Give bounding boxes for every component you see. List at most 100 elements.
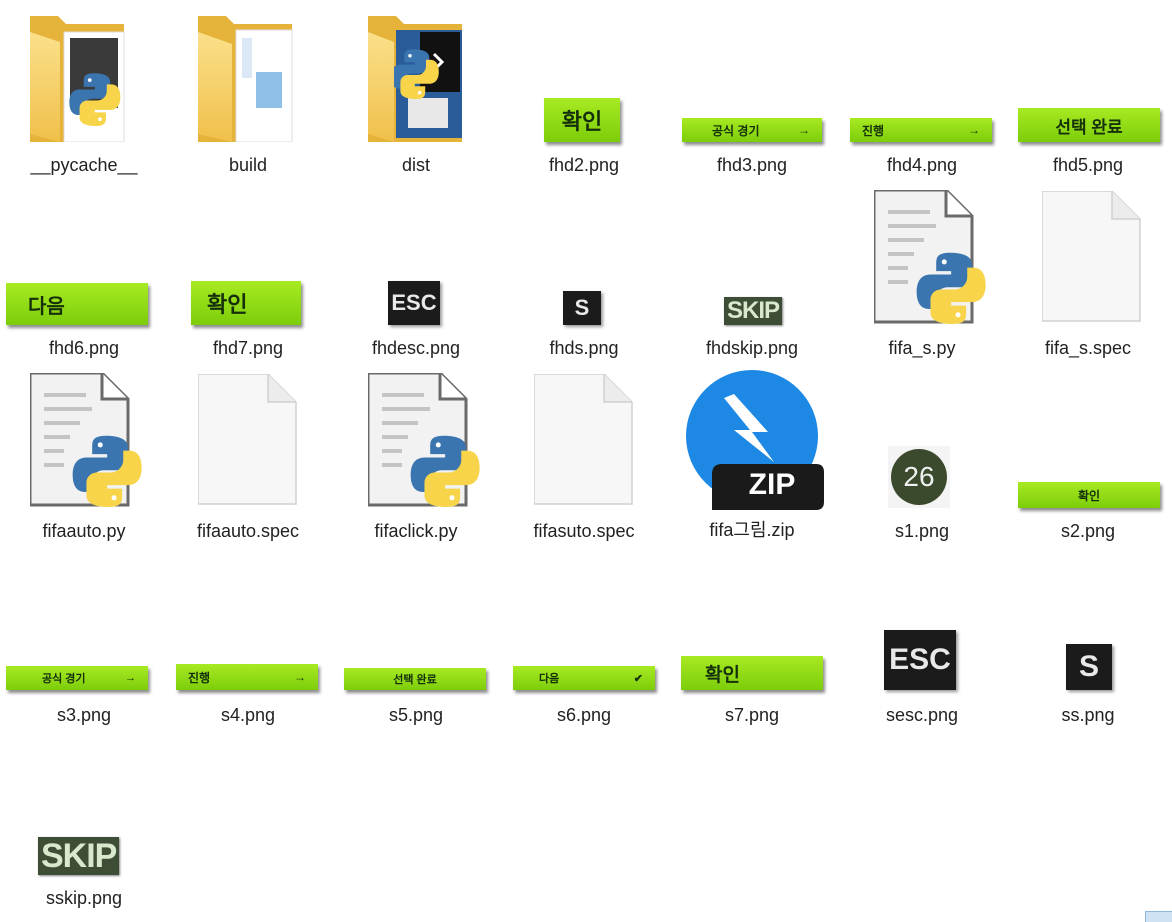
file-item-dist[interactable]: dist bbox=[332, 0, 500, 182]
image-thumbnail: S bbox=[563, 291, 601, 325]
file-name: fhd4.png bbox=[886, 155, 958, 175]
file-name: fifa_s.spec bbox=[1044, 338, 1132, 358]
file-name: build bbox=[228, 155, 268, 175]
file-name: fhd6.png bbox=[48, 338, 120, 358]
file-name: fhdesc.png bbox=[371, 338, 461, 358]
file-name: s7.png bbox=[724, 705, 780, 725]
file-item-fifa-s-spec[interactable]: fifa_s.spec bbox=[1004, 183, 1172, 365]
folder-icon bbox=[30, 16, 125, 142]
file-item-fifaauto-py[interactable]: fifaauto.py bbox=[0, 366, 168, 548]
folder-icon bbox=[368, 16, 462, 142]
thumbnail-text: ESC bbox=[889, 643, 951, 676]
image-thumbnail: 공식 경기 → bbox=[682, 118, 822, 142]
file-name: fifaauto.spec bbox=[196, 521, 300, 541]
file-item-fhdskip[interactable]: SKIP fhdskip.png bbox=[668, 183, 836, 365]
image-thumbnail: 확인 bbox=[191, 281, 301, 325]
file-name: fhd3.png bbox=[716, 155, 788, 175]
file-name: s1.png bbox=[894, 521, 950, 541]
image-thumbnail: S bbox=[1066, 644, 1112, 690]
file-item-s3[interactable]: 공식 경기 → s3.png bbox=[0, 550, 168, 732]
file-item-s4[interactable]: 진행 → s4.png bbox=[164, 550, 332, 732]
file-item-s7[interactable]: 확인 s7.png bbox=[668, 550, 836, 732]
thumbnail-text: SKIP bbox=[727, 297, 780, 324]
file-item-pycache[interactable]: __pycache__ bbox=[0, 0, 168, 182]
arrow-right-icon: → bbox=[798, 123, 810, 137]
image-thumbnail: 26 bbox=[888, 446, 950, 508]
image-thumbnail: 확인 bbox=[544, 98, 620, 142]
image-thumbnail: ESC bbox=[884, 630, 956, 690]
thumbnail-text: 확인 bbox=[207, 292, 248, 317]
file-name: fhd7.png bbox=[212, 338, 284, 358]
file-name: dist bbox=[401, 155, 430, 175]
file-name: __pycache__ bbox=[30, 155, 138, 175]
file-name: fifa_s.py bbox=[888, 338, 956, 358]
file-name: fifa그림.zip bbox=[709, 520, 795, 540]
file-item-fifasuto-spec[interactable]: fifasuto.spec bbox=[500, 366, 668, 548]
file-item-ss[interactable]: S ss.png bbox=[1004, 550, 1172, 732]
file-item-fifa-zip[interactable]: ZIP fifa그림.zip bbox=[668, 366, 836, 548]
file-name: sesc.png bbox=[885, 705, 959, 725]
thumbnail-text: SKIP bbox=[41, 837, 117, 875]
image-thumbnail: 다음 bbox=[6, 283, 148, 325]
thumbnail-text: ESC bbox=[391, 290, 437, 315]
file-name: s4.png bbox=[220, 705, 276, 725]
file-item-s1[interactable]: 26 s1.png bbox=[838, 366, 1006, 548]
file-item-s6[interactable]: 다음 ✔ s6.png bbox=[500, 550, 668, 732]
file-item-sskip[interactable]: SKIP sskip.png bbox=[0, 733, 168, 915]
file-name: sskip.png bbox=[45, 888, 123, 908]
file-item-fifaauto-spec[interactable]: fifaauto.spec bbox=[164, 366, 332, 548]
image-thumbnail: 확인 bbox=[1018, 482, 1160, 508]
image-thumbnail: 선택 완료 bbox=[1018, 108, 1160, 142]
file-item-s2[interactable]: 확인 s2.png bbox=[1004, 366, 1172, 548]
thumbnail-text: 다음 bbox=[28, 295, 65, 318]
file-item-fhd6[interactable]: 다음 fhd6.png bbox=[0, 183, 168, 365]
blank-file-icon bbox=[1042, 191, 1141, 322]
file-item-sesc[interactable]: ESC sesc.png bbox=[838, 550, 1006, 732]
file-item-fhd7[interactable]: 확인 fhd7.png bbox=[164, 183, 332, 365]
file-item-fifaclick-py[interactable]: fifaclick.py bbox=[332, 366, 500, 548]
file-item-fhd4[interactable]: 진행 → fhd4.png bbox=[838, 0, 1006, 182]
python-file-icon bbox=[30, 373, 154, 513]
thumbnail-text: 공식 경기 bbox=[42, 673, 86, 685]
thumbnail-text: S bbox=[1078, 650, 1099, 683]
zip-label: ZIP bbox=[748, 468, 796, 501]
image-thumbnail: SKIP bbox=[38, 837, 120, 875]
file-name: fifasuto.spec bbox=[533, 521, 635, 541]
thumbnail-text: 확인 bbox=[705, 664, 740, 686]
python-file-icon bbox=[874, 190, 998, 330]
file-item-fhdesc[interactable]: ESC fhdesc.png bbox=[332, 183, 500, 365]
file-name: fhd2.png bbox=[548, 155, 620, 175]
image-thumbnail: 다음 ✔ bbox=[513, 666, 655, 690]
file-item-build[interactable]: build bbox=[164, 0, 332, 182]
thumbnail-text: 선택 완료 bbox=[393, 674, 437, 686]
check-icon: ✔ bbox=[633, 672, 643, 685]
taskbar-corner[interactable] bbox=[1145, 911, 1172, 922]
file-item-s5[interactable]: 선택 완료 s5.png bbox=[332, 550, 500, 732]
image-thumbnail: 확인 bbox=[681, 656, 823, 690]
file-name: s5.png bbox=[388, 705, 444, 725]
file-name: fhds.png bbox=[549, 338, 619, 358]
image-thumbnail: 공식 경기 → bbox=[6, 666, 148, 690]
image-thumbnail: ESC bbox=[388, 281, 440, 325]
file-name: fifaauto.py bbox=[42, 521, 126, 541]
file-item-fhd3[interactable]: 공식 경기 → fhd3.png bbox=[668, 0, 836, 182]
image-thumbnail: SKIP bbox=[724, 297, 783, 325]
file-item-fhd2[interactable]: 확인 fhd2.png bbox=[500, 0, 668, 182]
file-name: fhd5.png bbox=[1052, 155, 1124, 175]
file-name: fhdskip.png bbox=[705, 338, 799, 358]
thumbnail-text: 진행 bbox=[188, 670, 211, 685]
blank-file-icon bbox=[534, 374, 633, 505]
thumbnail-text: S bbox=[574, 295, 590, 320]
thumbnail-text: 확인 bbox=[561, 109, 603, 134]
file-item-fhds[interactable]: S fhds.png bbox=[500, 183, 668, 365]
file-item-fifa-s-py[interactable]: fifa_s.py bbox=[838, 183, 1006, 365]
file-item-fhd5[interactable]: 선택 완료 fhd5.png bbox=[1004, 0, 1172, 182]
file-name: fifaclick.py bbox=[374, 521, 458, 541]
image-thumbnail: 선택 완료 bbox=[344, 668, 486, 690]
blank-file-icon bbox=[198, 374, 297, 505]
file-name: ss.png bbox=[1061, 705, 1115, 725]
image-thumbnail: 진행 → bbox=[850, 118, 992, 142]
folder-icon bbox=[198, 16, 293, 142]
arrow-right-icon: → bbox=[968, 123, 980, 137]
thumbnail-text: 다음 bbox=[539, 673, 560, 685]
